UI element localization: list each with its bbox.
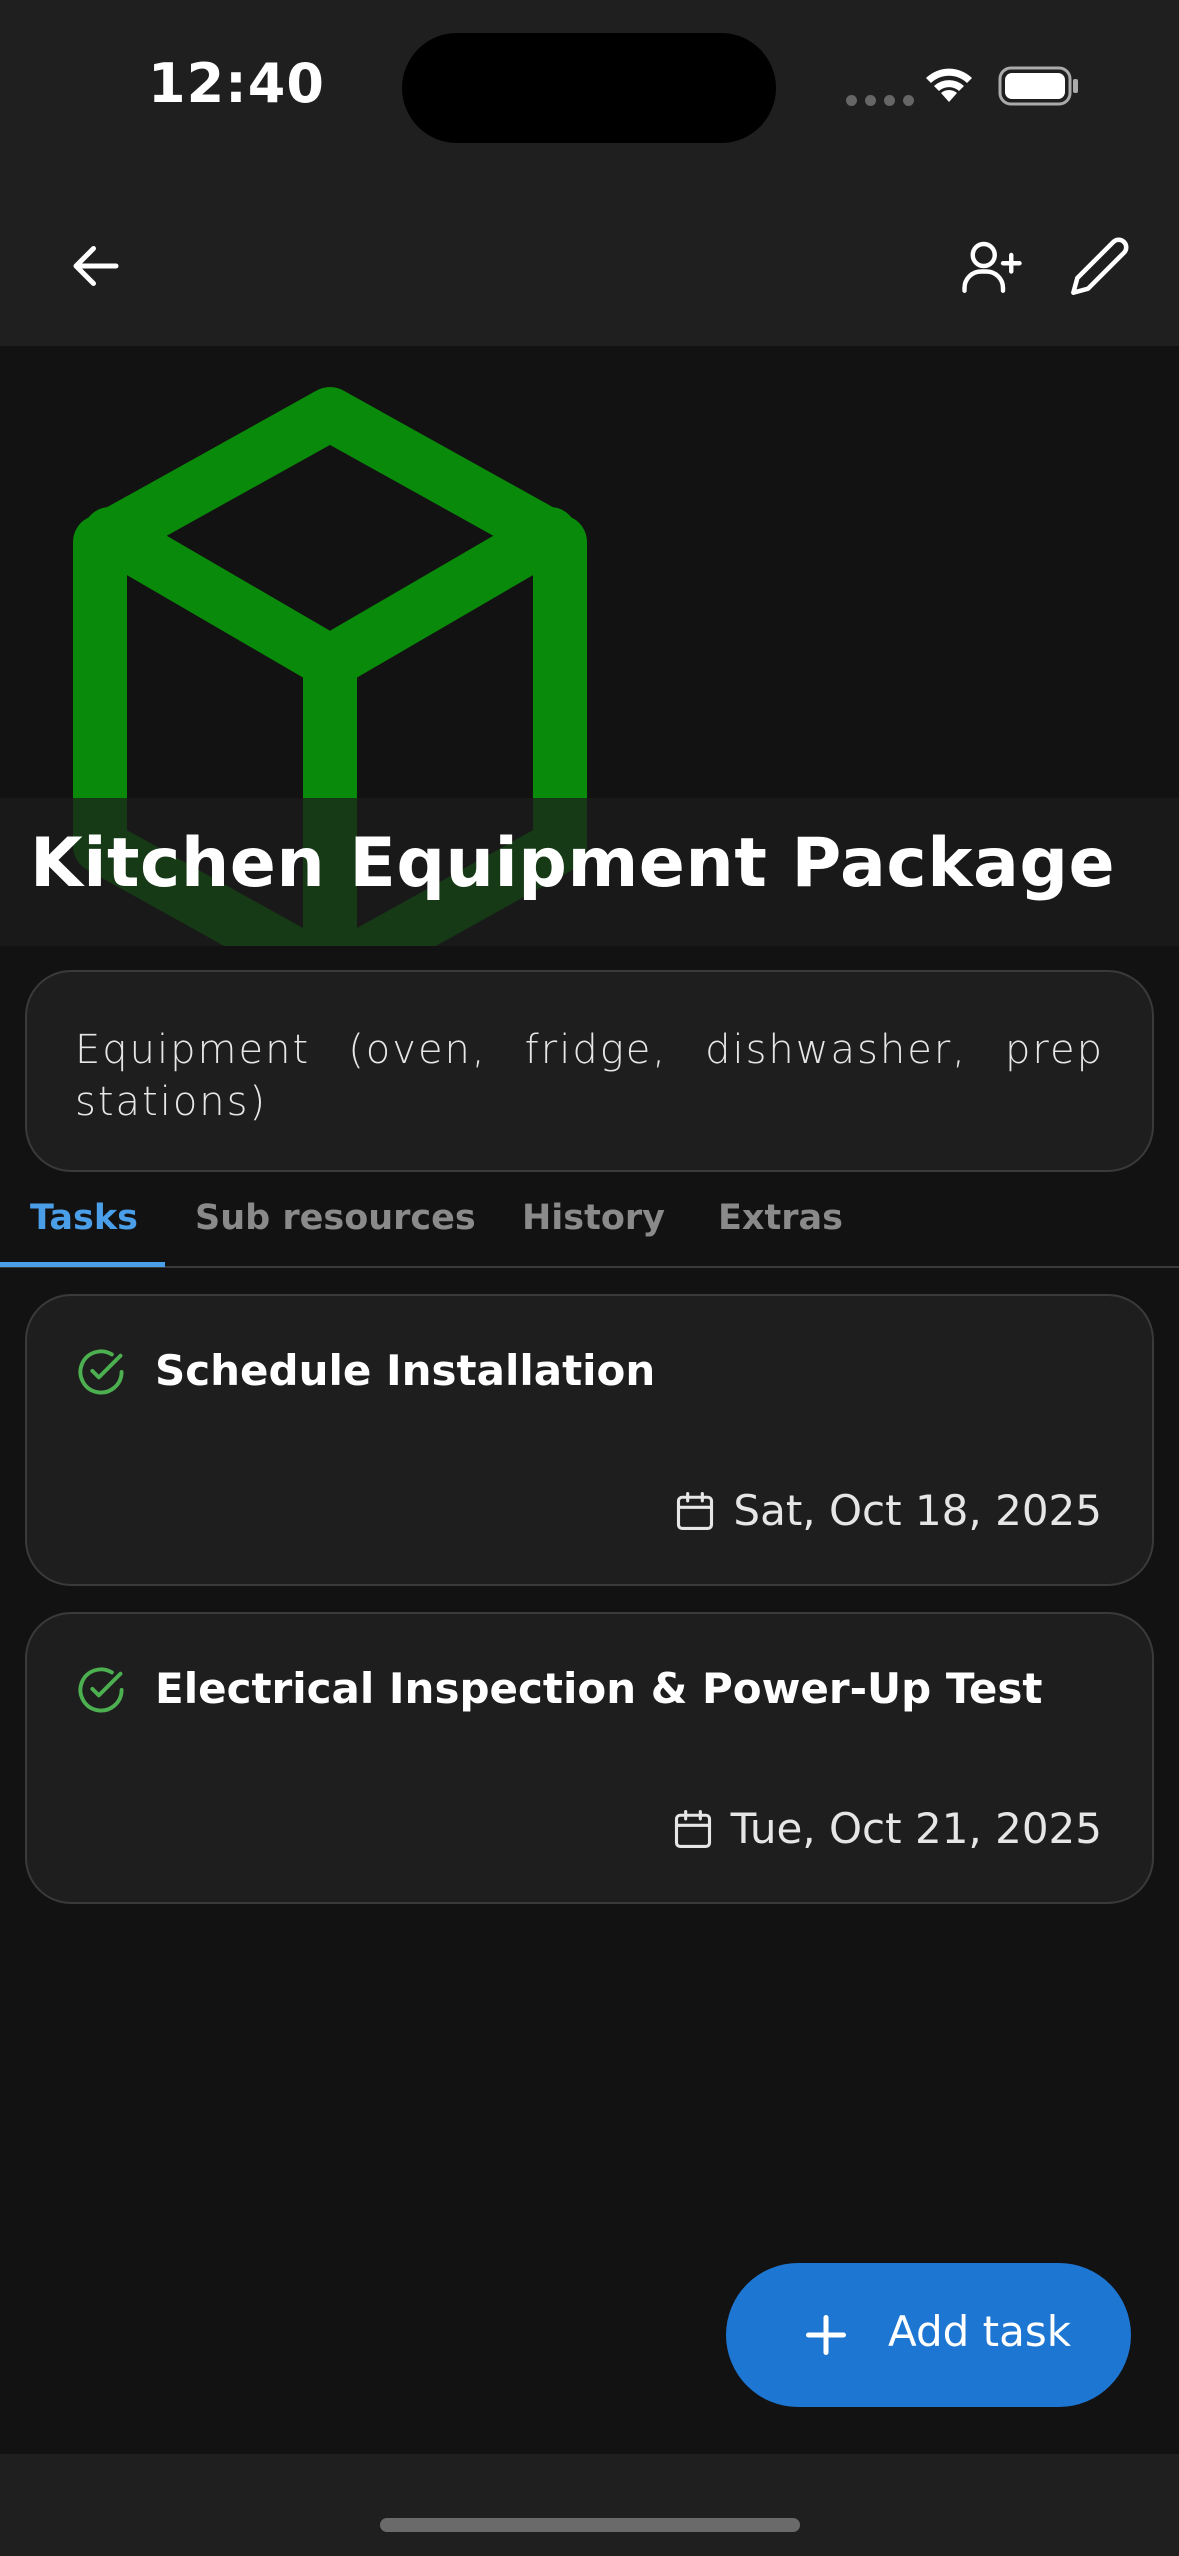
edit-button[interactable]: [1060, 226, 1140, 306]
check-circle-icon: [78, 1349, 124, 1395]
task-due-date: Tue, Oct 21, 2025: [671, 1804, 1102, 1853]
status-bar: 12:40: [0, 0, 1179, 176]
add-member-button[interactable]: [952, 226, 1032, 306]
status-time: 12:40: [148, 52, 325, 115]
tab-sub-resources[interactable]: Sub resources: [195, 1198, 476, 1238]
back-button[interactable]: [56, 226, 136, 306]
add-task-button[interactable]: Add task: [726, 2263, 1131, 2407]
description-card: Equipment (oven, fridge, dishwasher, pre…: [25, 970, 1154, 1172]
pencil-icon: [1071, 237, 1129, 295]
battery-icon: [998, 66, 1078, 106]
home-indicator[interactable]: [380, 2518, 800, 2532]
calendar-icon: [677, 1491, 714, 1530]
task-date: Sat, Oct 18, 2025: [733, 1486, 1102, 1535]
bottom-bar: [0, 2454, 1179, 2556]
tab-tasks[interactable]: Tasks: [30, 1198, 138, 1238]
cellular-signal-icon: [846, 95, 914, 106]
tab-history[interactable]: History: [522, 1198, 665, 1238]
task-title: Electrical Inspection & Power-Up Test: [155, 1664, 1043, 1713]
page-title: Kitchen Equipment Package: [30, 824, 1116, 903]
check-circle-icon: [78, 1667, 124, 1713]
tab-bar: Tasks Sub resources History Extras: [0, 1180, 1179, 1268]
task-card[interactable]: Schedule Installation Sat, Oct 18, 2025: [25, 1294, 1154, 1586]
calendar-icon: [674, 1809, 711, 1848]
task-date: Tue, Oct 21, 2025: [730, 1804, 1102, 1853]
description-text: Equipment (oven, fridge, dishwasher, pre…: [75, 1027, 1104, 1125]
active-tab-indicator: [0, 1262, 165, 1267]
tab-extras[interactable]: Extras: [718, 1198, 843, 1238]
hero-header: Kitchen Equipment Package: [0, 346, 1179, 946]
task-card[interactable]: Electrical Inspection & Power-Up Test Tu…: [25, 1612, 1154, 1904]
plus-icon: [806, 2315, 846, 2355]
app-bar: [0, 176, 1179, 346]
task-title: Schedule Installation: [155, 1346, 656, 1395]
user-plus-icon: [962, 241, 1022, 293]
add-task-label: Add task: [888, 2307, 1072, 2356]
dynamic-island: [402, 33, 776, 143]
wifi-icon: [926, 68, 972, 102]
arrow-left-icon: [73, 246, 119, 286]
task-due-date: Sat, Oct 18, 2025: [673, 1486, 1102, 1535]
